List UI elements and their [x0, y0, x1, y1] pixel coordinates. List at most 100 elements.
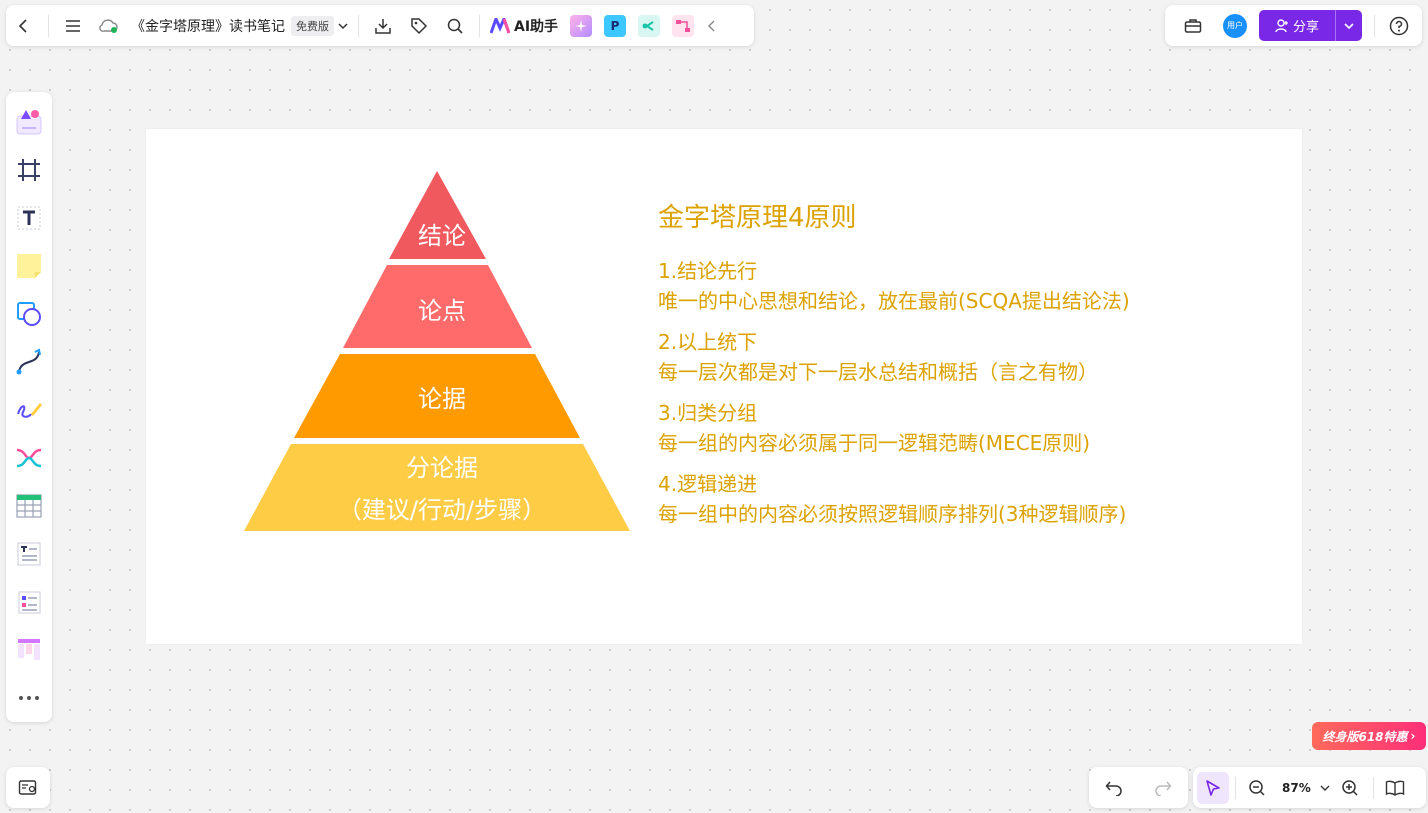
search-button[interactable]: [437, 8, 473, 44]
top-right-toolbar: 用户 分享: [1165, 5, 1422, 46]
promo-banner[interactable]: 终身版618特惠 ›: [1312, 722, 1426, 750]
mindmap-icon: [642, 20, 654, 31]
left-toolbar: [6, 92, 52, 722]
more-tools-button[interactable]: [11, 680, 47, 716]
flowchart-icon: [676, 19, 691, 32]
pyramid-label-4: 分论据: [406, 454, 478, 482]
templates-tool[interactable]: [11, 104, 47, 140]
divider: [1374, 14, 1375, 37]
pyramid-label-1: 结论: [418, 222, 466, 250]
pyramid-label-3: 论据: [418, 385, 466, 413]
table-tool[interactable]: [11, 488, 47, 524]
avatar[interactable]: 用户: [1223, 13, 1247, 38]
pen-tool[interactable]: [11, 392, 47, 428]
templates-icon: [16, 110, 42, 135]
chevron-down-icon: [1344, 22, 1354, 29]
sticky-note-tool[interactable]: [11, 248, 47, 284]
ai-logo-icon: [490, 17, 510, 34]
download-icon: [375, 18, 391, 34]
p-app-button[interactable]: P: [604, 14, 627, 37]
chevron-left-icon: [18, 18, 27, 33]
shapes-icon: [17, 302, 41, 326]
menu-icon: [66, 19, 80, 32]
list-icon: [18, 591, 41, 614]
minimap-toggle-button[interactable]: [6, 767, 50, 808]
top-toolbar: 《金字塔原理》读书笔记 免费版 AI助手 P: [6, 5, 754, 46]
zoom-out-button[interactable]: [1242, 770, 1272, 806]
ai-assistant-label: AI助手: [514, 18, 559, 35]
zoom-in-button[interactable]: [1333, 770, 1367, 806]
collapse-apps-button[interactable]: [700, 8, 724, 44]
pyramid-sublabel-4: （建议/行动/步骤）: [338, 496, 546, 524]
sparkle-image-icon: [575, 19, 588, 32]
ai-assistant-button[interactable]: AI助手: [490, 16, 558, 36]
zoom-toolbar: 87%: [1193, 767, 1426, 808]
select-tool-button[interactable]: [1197, 771, 1229, 804]
book-icon: [1385, 780, 1404, 796]
canvas-frame[interactable]: 结论 论点 论据 分论据 （建议/行动/步骤） 金字塔原理4原则 1.结论先行 …: [146, 129, 1302, 644]
history-toolbar: [1089, 767, 1188, 808]
chevron-right-icon: ›: [1410, 729, 1416, 743]
divider: [48, 14, 49, 37]
connector-icon: [16, 348, 41, 375]
zoom-dropdown-button[interactable]: [1317, 770, 1333, 806]
back-button[interactable]: [6, 8, 42, 44]
text-card-tool[interactable]: [11, 536, 47, 572]
list-card-tool[interactable]: [11, 584, 47, 620]
redo-button[interactable]: [1145, 770, 1181, 806]
pyramid-label-2: 论点: [418, 297, 466, 325]
tag-button[interactable]: [401, 8, 437, 44]
chevron-down-icon: [338, 22, 348, 29]
title-dropdown-button[interactable]: [334, 8, 352, 44]
cloud-sync-status[interactable]: [91, 8, 127, 44]
divider: [358, 14, 359, 37]
document-title[interactable]: 《金字塔原理》读书笔记: [131, 16, 285, 36]
pen-icon: [17, 403, 42, 418]
flowchart-app-button[interactable]: [672, 14, 695, 37]
principle-3-head: 3.归类分组: [658, 401, 758, 425]
plan-badge[interactable]: 免费版: [291, 15, 334, 36]
principle-3-desc: 每一组的内容必须属于同一逻辑范畴(MECE原则): [658, 431, 1091, 455]
p-app-icon: P: [610, 18, 620, 33]
mindmap-app-button[interactable]: [638, 14, 661, 37]
connector-tool[interactable]: [11, 344, 47, 380]
principles-text-block[interactable]: 金字塔原理4原则 1.结论先行 唯一的中心思想和结论，放在最前(SCQA提出结论…: [658, 197, 1130, 540]
cloud-icon: [99, 18, 118, 33]
search-icon: [447, 18, 463, 34]
text-tool[interactable]: [11, 200, 47, 236]
more-icon: [19, 696, 39, 700]
table-icon: [16, 494, 42, 518]
principle-1-desc: 唯一的中心思想和结论，放在最前(SCQA提出结论法): [658, 289, 1130, 313]
share-label: 分享: [1292, 20, 1319, 35]
chevron-left-icon: [708, 20, 715, 31]
frame-icon: [18, 159, 40, 181]
zoom-level[interactable]: 87%: [1282, 781, 1311, 795]
principle-4-head: 4.逻辑递进: [658, 472, 758, 496]
zoom-in-icon: [1341, 779, 1358, 796]
shape-tool[interactable]: [11, 296, 47, 332]
toolbox-button[interactable]: [1175, 8, 1211, 44]
principle-2-desc: 每一层次都是对下一层水总结和概括（言之有物）: [658, 360, 1098, 384]
image-app-button[interactable]: [570, 14, 593, 37]
undo-icon: [1105, 781, 1122, 796]
mindmap-tool[interactable]: [11, 440, 47, 476]
divider: [1372, 776, 1374, 799]
undo-button[interactable]: [1096, 770, 1132, 806]
menu-button[interactable]: [55, 8, 91, 44]
share-dropdown-button[interactable]: [1336, 10, 1362, 41]
kanban-tool[interactable]: [11, 632, 47, 668]
chevron-down-icon: [1320, 785, 1330, 791]
book-mode-button[interactable]: [1380, 770, 1410, 806]
help-button[interactable]: [1381, 8, 1417, 44]
share-main-button[interactable]: 分享: [1259, 10, 1336, 41]
map-location-icon: [18, 779, 37, 795]
pyramid-diagram[interactable]: 结论 论点 论据 分论据 （建议/行动/步骤）: [146, 129, 646, 549]
text-icon: [17, 206, 41, 230]
mindmap-icon: [16, 448, 42, 468]
frame-tool[interactable]: [11, 152, 47, 188]
tag-icon: [411, 17, 428, 34]
download-button[interactable]: [365, 8, 401, 44]
share-button[interactable]: 分享: [1259, 10, 1362, 41]
sticky-note-icon: [17, 254, 41, 278]
principle-2-head: 2.以上统下: [658, 330, 758, 354]
